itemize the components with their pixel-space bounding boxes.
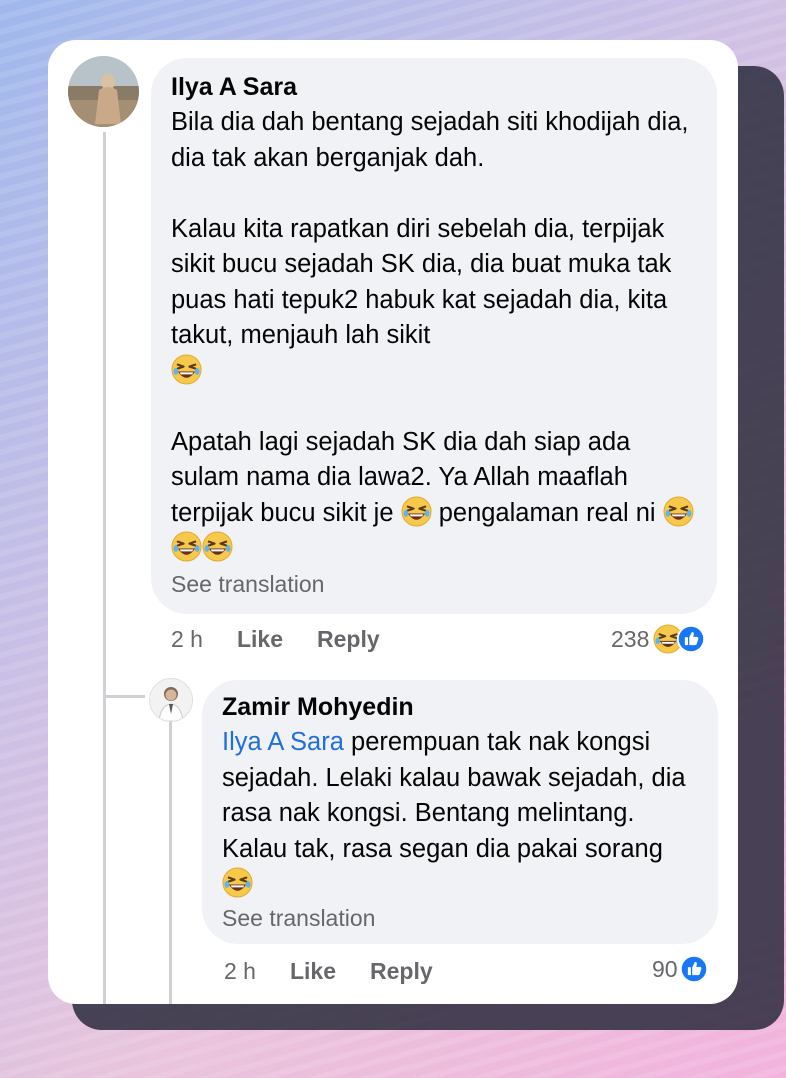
reply-button[interactable]: Reply xyxy=(317,626,380,652)
see-translation-link[interactable]: See translation xyxy=(171,571,695,598)
laughing-emoji-icon xyxy=(202,531,233,562)
comment-paragraph: Bila dia dah bentang sejadah siti khodij… xyxy=(171,108,689,172)
comment-timestamp[interactable]: 2 h xyxy=(224,958,256,984)
laughing-emoji-icon xyxy=(171,354,202,385)
reply-connector xyxy=(103,695,145,698)
like-button[interactable]: Like xyxy=(237,626,283,652)
mention-link[interactable]: Ilya A Sara xyxy=(222,728,344,756)
comment-paragraph: Kalau kita rapatkan diri sebelah dia, te… xyxy=(171,212,695,390)
comment-text: Bila dia dah bentang sejadah siti khodij… xyxy=(171,105,695,567)
avatar[interactable] xyxy=(68,56,139,127)
laughing-emoji-icon xyxy=(171,531,202,562)
comment-actions: 2 h Like Reply xyxy=(171,626,414,653)
reaction-summary[interactable]: 238 xyxy=(611,624,705,654)
avatar[interactable] xyxy=(149,678,193,722)
like-icon xyxy=(677,625,705,653)
like-button[interactable]: Like xyxy=(290,958,336,984)
comment-actions: 2 h Like Reply xyxy=(224,958,467,985)
laughing-emoji-icon xyxy=(401,496,432,527)
reaction-count: 90 xyxy=(652,955,678,982)
comment-thread-card: Ilya A Sara Bila dia dah bentang sejadah… xyxy=(48,40,738,1004)
reply-thread-line xyxy=(169,720,172,1004)
like-icon xyxy=(680,955,708,983)
reply-bubble: Zamir Mohyedin Ilya A Sara perempuan tak… xyxy=(202,680,718,944)
comment-paragraph: Apatah lagi sejadah SK dia dah siap ada … xyxy=(171,425,695,567)
reply-button[interactable]: Reply xyxy=(370,958,433,984)
comment-text: Ilya A Sara perempuan tak nak kongsi sej… xyxy=(222,725,698,903)
comment-author[interactable]: Zamir Mohyedin xyxy=(222,692,698,722)
comment-author[interactable]: Ilya A Sara xyxy=(171,72,695,102)
see-translation-link[interactable]: See translation xyxy=(222,905,698,932)
laughing-emoji-icon xyxy=(222,867,253,898)
laughing-emoji-icon xyxy=(663,496,694,527)
reaction-summary[interactable]: 90 xyxy=(652,955,708,983)
comment-timestamp[interactable]: 2 h xyxy=(171,626,203,652)
comment-bubble: Ilya A Sara Bila dia dah bentang sejadah… xyxy=(151,58,717,614)
thread-line xyxy=(103,132,106,1004)
reaction-count: 238 xyxy=(611,625,650,652)
